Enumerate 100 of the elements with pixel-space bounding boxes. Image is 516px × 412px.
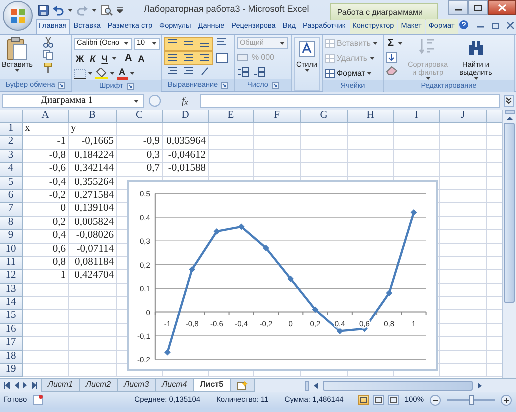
row-header[interactable]: 18	[0, 350, 23, 364]
row-header[interactable]: 13	[0, 284, 23, 298]
row-header[interactable]: 1	[0, 123, 23, 136]
style-button[interactable]: Ч	[100, 52, 110, 64]
normal-view-button[interactable]	[358, 395, 369, 405]
row-header[interactable]: 6	[0, 190, 23, 204]
expand-icon[interactable]	[504, 95, 514, 107]
page-layout-button[interactable]	[372, 395, 384, 405]
name-box[interactable]: Диаграмма 1	[2, 94, 144, 108]
context-tab-label: Работа с диаграммами	[330, 3, 438, 20]
copy-icon[interactable]	[42, 50, 54, 61]
zoom-slider-thumb[interactable]	[468, 395, 474, 405]
column-header[interactable]: A	[23, 110, 69, 123]
minimize-button[interactable]	[448, 0, 468, 15]
row-header[interactable]: 12	[0, 270, 23, 284]
formula-field[interactable]	[200, 94, 500, 108]
column-header[interactable]: B	[69, 110, 117, 123]
empty-cell	[440, 136, 487, 150]
row-header[interactable]: 9	[0, 230, 23, 244]
row-header[interactable]: 14	[0, 297, 23, 310]
cells-format-button[interactable]: Формат	[325, 67, 378, 80]
grow-font-button[interactable]: A	[123, 52, 134, 64]
print-preview-icon[interactable]	[101, 4, 113, 16]
sheet-tab[interactable]: Лист3	[117, 379, 156, 392]
column-header[interactable]: I	[394, 110, 440, 123]
launcher-icon[interactable]	[126, 82, 134, 90]
fill-bucket-icon[interactable]	[95, 68, 108, 79]
scrollbar-thumb[interactable]	[323, 380, 473, 390]
arrow-left-icon[interactable]	[14, 382, 19, 389]
column-header[interactable]: H	[348, 110, 394, 123]
arrow-up-icon[interactable]	[504, 114, 514, 123]
insert-function-button[interactable]: f$_{x}$	[166, 94, 196, 108]
row-header[interactable]: 8	[0, 216, 23, 230]
split-handle-icon[interactable]	[305, 380, 309, 390]
save-icon[interactable]	[38, 4, 49, 16]
column-header[interactable]: J	[440, 110, 487, 123]
caret-icon	[124, 42, 129, 45]
arrow-right-icon[interactable]	[23, 382, 28, 389]
sheet-tab[interactable]: Лист1	[41, 379, 80, 392]
empty-cell	[163, 123, 209, 136]
bar-arrow-right-icon[interactable]	[32, 382, 38, 389]
insert-sheet-tab[interactable]	[230, 379, 255, 392]
scrollbar-thumb[interactable]	[504, 123, 515, 303]
customize-icon[interactable]	[117, 7, 123, 13]
column-header[interactable]: G	[301, 110, 348, 123]
empty-cell	[117, 123, 163, 136]
zoom-in-icon[interactable]	[501, 394, 512, 406]
row-header[interactable]: 7	[0, 203, 23, 217]
shrink-font-button[interactable]: A	[136, 52, 147, 64]
row-header[interactable]: 10	[0, 244, 23, 257]
launcher-icon[interactable]	[58, 82, 66, 88]
column-header[interactable]: F	[254, 110, 301, 123]
page-break-button[interactable]	[388, 395, 399, 405]
arrow-right-icon[interactable]	[477, 382, 483, 390]
caret-icon	[372, 42, 378, 45]
sum-button[interactable]: Σ	[386, 38, 396, 50]
decrease-decimal-icon[interactable]	[253, 67, 267, 78]
column-header[interactable]: C	[117, 110, 163, 123]
column-header[interactable]: E	[209, 110, 254, 123]
empty-cell	[440, 337, 487, 351]
border-icon[interactable]	[74, 68, 86, 78]
row-header[interactable]: 2	[0, 136, 23, 150]
row-header[interactable]: 16	[0, 324, 23, 338]
eraser-icon[interactable]	[386, 65, 398, 75]
launcher-icon[interactable]	[221, 82, 228, 88]
caret-icon	[280, 42, 285, 44]
fill-down-icon[interactable]	[386, 52, 397, 63]
column-header[interactable]: D	[163, 110, 209, 123]
scissors-icon[interactable]	[42, 37, 54, 48]
sheet-tab[interactable]: Лист2	[79, 379, 118, 392]
help-icon[interactable]	[458, 20, 469, 30]
sheet-tab[interactable]: Лист5	[193, 379, 231, 392]
style-button[interactable]: Ж	[74, 52, 86, 64]
row-header[interactable]: 11	[0, 256, 23, 270]
office-button[interactable]	[3, 1, 33, 31]
row-header[interactable]: 19	[0, 364, 23, 378]
undo-icon[interactable]	[53, 4, 64, 16]
arrow-left-icon[interactable]	[313, 382, 319, 390]
caret-icon	[88, 72, 93, 75]
caret-icon	[14, 69, 20, 72]
empty-cell	[348, 136, 394, 150]
increase-decimal-icon[interactable]	[237, 67, 251, 78]
row-header[interactable]: 5	[0, 176, 23, 190]
empty-cell	[440, 163, 487, 177]
macro-record-icon[interactable]	[33, 395, 44, 405]
restore-icon[interactable]	[492, 22, 499, 28]
close-button[interactable]	[488, 0, 516, 15]
row-header[interactable]: 4	[0, 163, 23, 177]
split-handle-icon[interactable]	[504, 110, 514, 114]
brush-icon[interactable]	[42, 63, 54, 74]
row-header[interactable]: 17	[0, 337, 23, 351]
launcher-icon[interactable]	[272, 82, 278, 88]
maximize-button[interactable]	[468, 0, 488, 15]
bar-arrow-left-icon[interactable]	[4, 382, 10, 389]
row-header[interactable]: 3	[0, 150, 23, 164]
zoom-out-icon[interactable]	[430, 394, 441, 406]
close-icon[interactable]	[506, 22, 514, 28]
sheet-tab[interactable]: Лист4	[155, 379, 194, 392]
row-header[interactable]: 15	[0, 310, 23, 324]
style-button[interactable]: К	[88, 52, 98, 64]
